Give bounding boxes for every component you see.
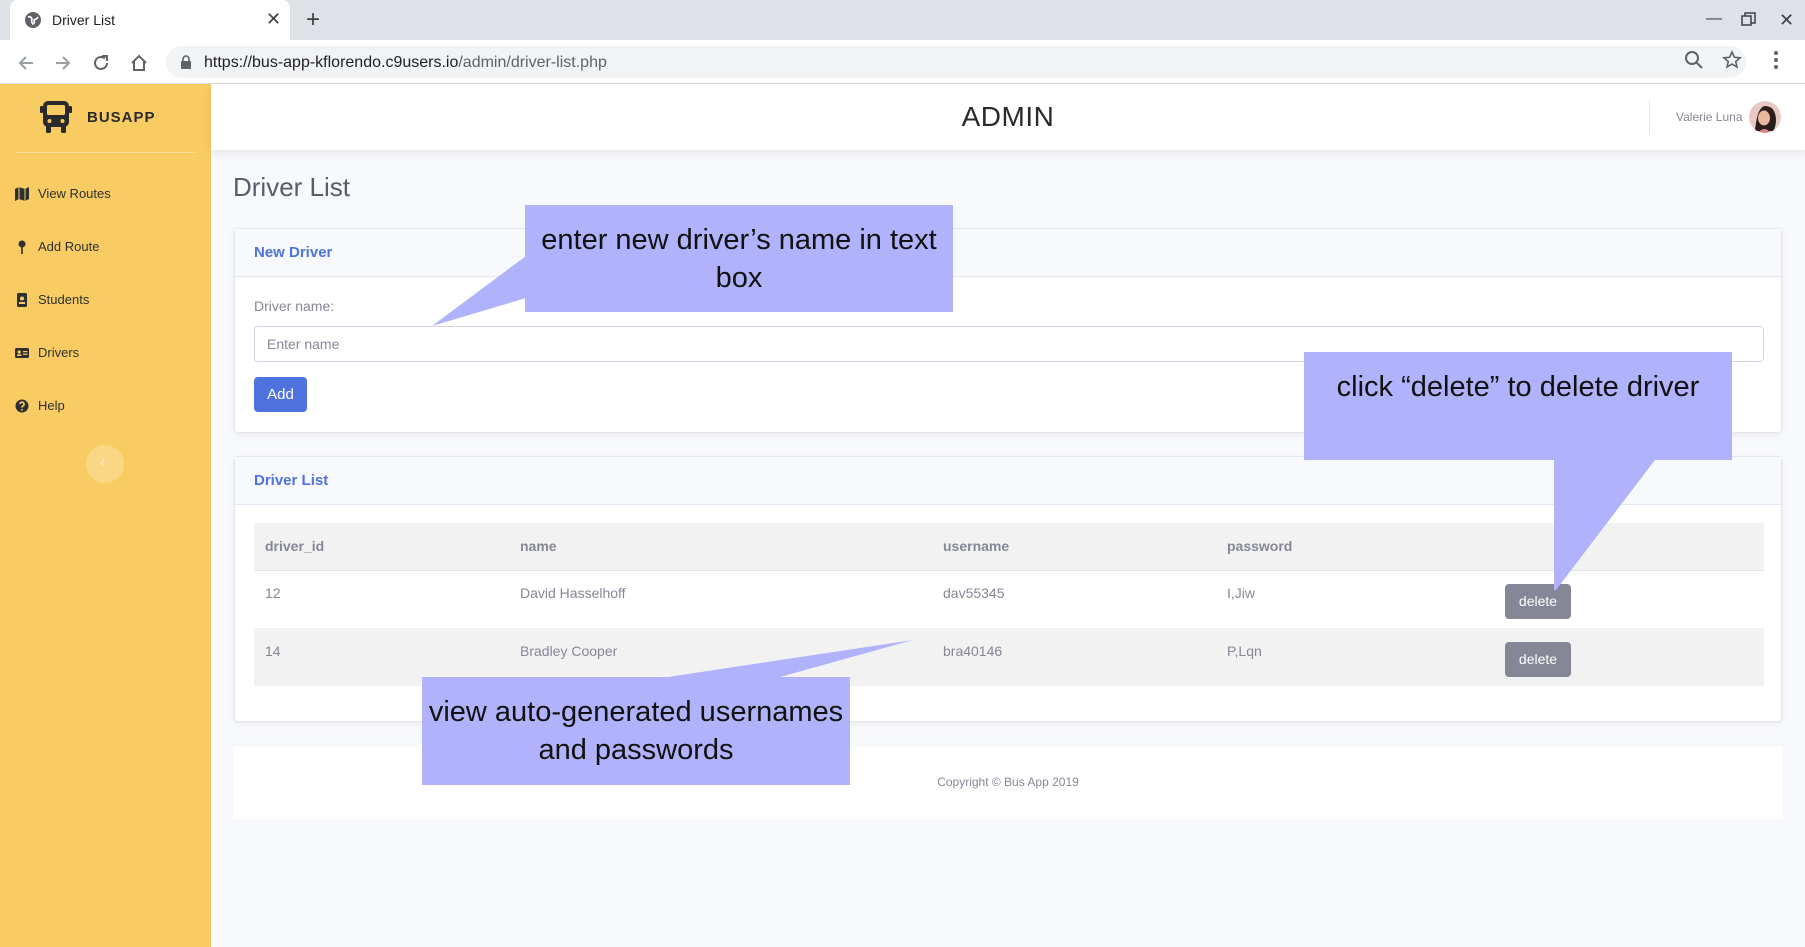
column-header: driver_id	[254, 523, 509, 571]
sidebar-item-label: View Routes	[38, 186, 111, 201]
browser-tab[interactable]: Driver List ✕	[10, 0, 290, 40]
map-icon	[15, 187, 29, 201]
brand-name: BUSAPP	[87, 109, 156, 126]
chevron-left-icon: ‹	[100, 454, 106, 471]
avatar[interactable]	[1749, 101, 1781, 133]
cell-driver-id: 12	[254, 570, 509, 628]
topbar-divider	[1649, 100, 1650, 134]
new-tab-icon[interactable]: +	[306, 6, 320, 34]
question-circle-icon	[15, 399, 29, 413]
credentials-callout: view auto-generated usernames and passwo…	[422, 677, 850, 785]
sidebar-item-label: Add Route	[38, 239, 100, 254]
browser-tab-bar: Driver List ✕ + — ✕	[0, 0, 1805, 40]
sidebar-item-help[interactable]: Help	[0, 386, 211, 426]
zoom-icon[interactable]	[1684, 50, 1704, 70]
topbar-heading: ADMIN	[961, 101, 1055, 132]
sidebar-toggle-button[interactable]: ‹	[86, 445, 124, 483]
brand-link[interactable]: BUSAPP	[0, 84, 211, 152]
home-icon[interactable]	[128, 52, 150, 74]
sidebar: BUSAPP View Routes Add Route Students Dr…	[0, 84, 211, 947]
cell-name: David Hasselhoff	[509, 570, 932, 628]
card-title: Driver List	[254, 472, 329, 489]
globe-icon	[25, 12, 41, 28]
delete-button[interactable]: delete	[1505, 641, 1571, 677]
address-bar[interactable]: https://bus-app-kflorendo.c9users.io/adm…	[166, 46, 1746, 78]
driver-name-label: Driver name:	[254, 298, 335, 314]
topbar: ADMIN Valerie Luna	[211, 84, 1805, 150]
close-window-icon[interactable]: ✕	[1779, 10, 1794, 31]
sidebar-divider	[15, 152, 196, 153]
browser-menu-icon[interactable]	[1772, 50, 1780, 70]
id-badge-icon	[17, 293, 27, 307]
cell-username: dav55345	[932, 570, 1216, 628]
table-row: 12 David Hasselhoff dav55345 I,Jiw delet…	[254, 570, 1764, 628]
id-card-icon	[15, 348, 29, 358]
cell-action: delete	[1494, 628, 1764, 686]
table-header-row: driver_id name username password	[254, 523, 1764, 571]
add-driver-button[interactable]: Add	[254, 377, 307, 412]
main-content: ADMIN Valerie Luna Driver List New Drive…	[211, 84, 1805, 947]
cell-password: P,Lqn	[1216, 628, 1494, 686]
delete-callout: click “delete” to delete driver	[1304, 352, 1732, 460]
cell-username: bra40146	[932, 628, 1216, 686]
bookmark-star-icon[interactable]	[1722, 50, 1742, 70]
forward-arrow-icon[interactable]	[52, 52, 74, 74]
sidebar-item-label: Students	[38, 292, 90, 307]
back-arrow-icon[interactable]	[15, 52, 37, 74]
lock-icon	[181, 55, 191, 69]
close-tab-icon[interactable]: ✕	[266, 9, 281, 29]
column-header	[1494, 523, 1764, 571]
column-header: password	[1216, 523, 1494, 571]
card-header: New Driver	[235, 229, 1781, 277]
sidebar-item-add-route[interactable]: Add Route	[0, 227, 211, 267]
user-name[interactable]: Valerie Luna	[1676, 110, 1743, 124]
card-title: New Driver	[254, 244, 333, 261]
sidebar-item-label: Drivers	[38, 345, 80, 360]
map-pin-icon	[18, 240, 26, 254]
name-box-callout: enter new driver’s name in text box	[525, 205, 953, 312]
delete-button[interactable]: delete	[1505, 583, 1571, 619]
url-text: https://bus-app-kflorendo.c9users.io/adm…	[204, 54, 607, 71]
column-header: username	[932, 523, 1216, 571]
cell-action: delete	[1494, 570, 1764, 628]
card-header: Driver List	[235, 457, 1781, 505]
sidebar-item-label: Help	[38, 398, 65, 413]
browser-toolbar: https://bus-app-kflorendo.c9users.io/adm…	[0, 40, 1805, 84]
tab-title: Driver List	[52, 12, 116, 28]
restore-icon[interactable]	[1741, 12, 1756, 27]
sidebar-item-drivers[interactable]: Drivers	[0, 333, 211, 373]
minimize-icon[interactable]: —	[1706, 10, 1722, 28]
sidebar-item-students[interactable]: Students	[0, 280, 211, 320]
column-header: name	[509, 523, 932, 571]
bus-icon	[40, 101, 72, 133]
sidebar-item-view-routes[interactable]: View Routes	[0, 174, 211, 214]
driver-table: driver_id name username password 12 Davi…	[254, 523, 1764, 686]
cell-password: I,Jiw	[1216, 570, 1494, 628]
reload-icon[interactable]	[90, 52, 112, 74]
page-title: Driver List	[233, 172, 351, 202]
